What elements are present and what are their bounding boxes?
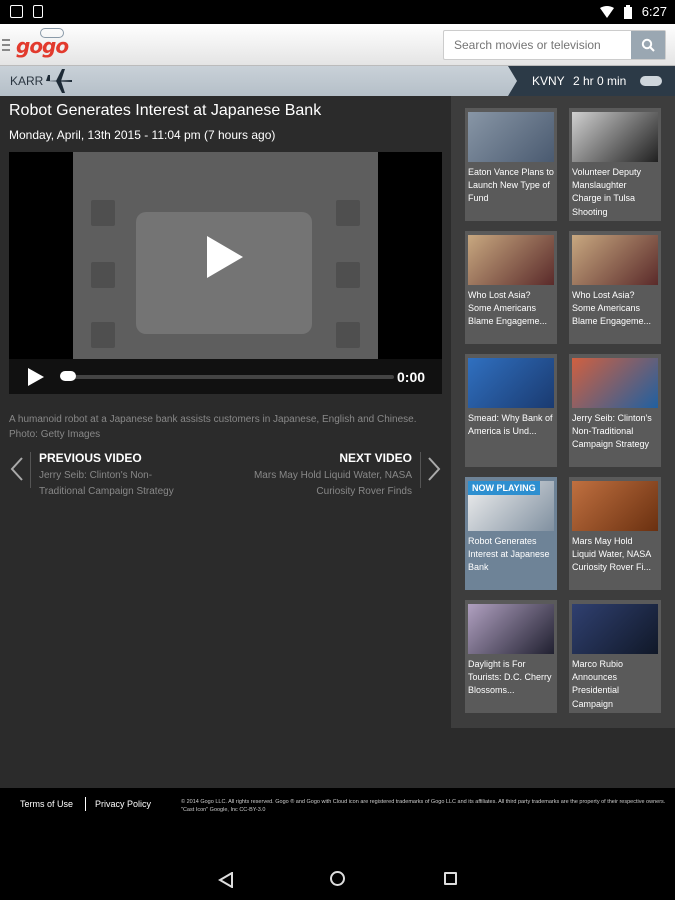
playlist-item[interactable]: Daylight is For Tourists: D.C. Cherry Bl…	[465, 600, 557, 713]
flight-tracker-bar[interactable]: KARR KVNY 2 hr 0 min	[0, 66, 675, 96]
playlist-item[interactable]: Marco Rubio Announces Presidential Campa…	[569, 600, 661, 713]
playlist-item-title: Who Lost Asia? Some Americans Blame Enga…	[468, 290, 548, 327]
airplane-icon	[46, 69, 72, 93]
playlist-panel: Eaton Vance Plans to Launch New Type of …	[451, 96, 675, 728]
playlist-item-title: Eaton Vance Plans to Launch New Type of …	[468, 167, 554, 204]
search-icon	[641, 38, 655, 52]
video-title: Robot Generates Interest at Japanese Ban…	[9, 102, 322, 119]
playlist-item-title: Marco Rubio Announces Presidential Campa…	[572, 659, 624, 709]
playlist-item[interactable]: Eaton Vance Plans to Launch New Type of …	[465, 108, 557, 221]
playlist-item-title: Who Lost Asia? Some Americans Blame Enga…	[572, 290, 652, 327]
recent-apps-icon[interactable]	[444, 872, 457, 885]
playlist-thumbnail	[572, 604, 658, 654]
search-button[interactable]	[631, 31, 665, 59]
video-player[interactable]: 0:00	[9, 152, 442, 394]
playlist-item[interactable]: Jerry Seib: Clinton's Non-Traditional Ca…	[569, 354, 661, 467]
chevron-left-icon[interactable]	[8, 456, 26, 482]
video-controls: 0:00	[9, 359, 442, 394]
flight-time-remaining: 2 hr 0 min	[573, 74, 627, 88]
play-button[interactable]	[27, 368, 45, 386]
playlist-item[interactable]: Mars May Hold Liquid Water, NASA Curiosi…	[569, 477, 661, 590]
system-nav-bar	[0, 840, 675, 900]
playlist-item-title: Daylight is For Tourists: D.C. Cherry Bl…	[468, 659, 552, 696]
copyright-text: © 2014 Gogo LLC. All rights reserved. Go…	[181, 799, 666, 813]
playlist-item-title: Volunteer Deputy Manslaughter Charge in …	[572, 167, 642, 217]
search-box	[443, 30, 666, 60]
play-overlay-icon[interactable]	[205, 234, 245, 280]
status-time: 6:27	[641, 4, 667, 19]
weather-cloud-icon	[640, 76, 662, 86]
video-column: Robot Generates Interest at Japanese Ban…	[0, 96, 451, 788]
playlist-item[interactable]: NOW PLAYING Robot Generates Interest at J…	[465, 477, 557, 590]
playlist-thumbnail	[572, 358, 658, 408]
divider	[85, 797, 86, 811]
image-notification-icon	[10, 5, 23, 18]
divider	[30, 452, 31, 488]
playlist-thumbnail	[468, 235, 554, 285]
progress-track[interactable]	[61, 375, 394, 379]
playlist-thumbnail	[468, 112, 554, 162]
main-content: Robot Generates Interest at Japanese Ban…	[0, 96, 675, 788]
flight-origin: KARR	[10, 74, 44, 88]
playlist-thumbnail	[468, 604, 554, 654]
phone-notification-icon	[33, 5, 43, 18]
privacy-link[interactable]: Privacy Policy	[95, 799, 151, 809]
playlist-thumbnail	[572, 112, 658, 162]
app-logo[interactable]: gogo	[16, 34, 69, 58]
playlist-item[interactable]: Who Lost Asia? Some Americans Blame Enga…	[465, 231, 557, 344]
next-video-title[interactable]: Mars May Hold Liquid Water, NASA Curiosi…	[242, 468, 412, 499]
search-input[interactable]	[444, 31, 632, 59]
video-caption: A humanoid robot at a Japanese bank assi…	[9, 414, 417, 440]
previous-video-title[interactable]: Jerry Seib: Clinton's Non-Traditional Ca…	[39, 468, 179, 499]
playlist-item-title: Smead: Why Bank of America is Und...	[468, 413, 553, 437]
playlist-item[interactable]: Smead: Why Bank of America is Und...	[465, 354, 557, 467]
flight-destination: KVNY	[532, 74, 565, 88]
playlist-item-title: Robot Generates Interest at Japanese Ban…	[468, 536, 550, 573]
footer: Terms of Use Privacy Policy © 2014 Gogo …	[0, 788, 675, 840]
battery-icon	[623, 4, 632, 19]
home-icon[interactable]	[330, 871, 345, 886]
next-video-label[interactable]: NEXT VIDEO	[339, 451, 412, 465]
chevron-right-icon[interactable]	[425, 456, 443, 482]
playlist-item-title: Jerry Seib: Clinton's Non-Traditional Ca…	[572, 413, 652, 450]
playlist-thumbnail: NOW PLAYING	[468, 481, 554, 531]
progress-scrubber[interactable]	[60, 371, 76, 381]
divider	[420, 452, 421, 488]
app-header: gogo	[0, 24, 675, 66]
playlist-item-title: Mars May Hold Liquid Water, NASA Curiosi…	[572, 536, 652, 573]
video-date: Monday, April, 13th 2015 - 11:04 pm (7 h…	[9, 128, 276, 142]
video-time: 0:00	[397, 369, 426, 385]
now-playing-badge: NOW PLAYING	[468, 481, 540, 495]
menu-icon[interactable]	[2, 39, 10, 54]
previous-video-label[interactable]: PREVIOUS VIDEO	[39, 451, 142, 465]
playlist-thumbnail	[572, 235, 658, 285]
playlist-thumbnail	[572, 481, 658, 531]
status-bar: 6:27	[0, 0, 675, 24]
wifi-icon	[599, 5, 614, 18]
playlist-thumbnail	[468, 358, 554, 408]
playlist-item[interactable]: Who Lost Asia? Some Americans Blame Enga…	[569, 231, 661, 344]
terms-link[interactable]: Terms of Use	[20, 799, 73, 809]
back-icon[interactable]	[218, 872, 234, 888]
playlist-item[interactable]: Volunteer Deputy Manslaughter Charge in …	[569, 108, 661, 221]
